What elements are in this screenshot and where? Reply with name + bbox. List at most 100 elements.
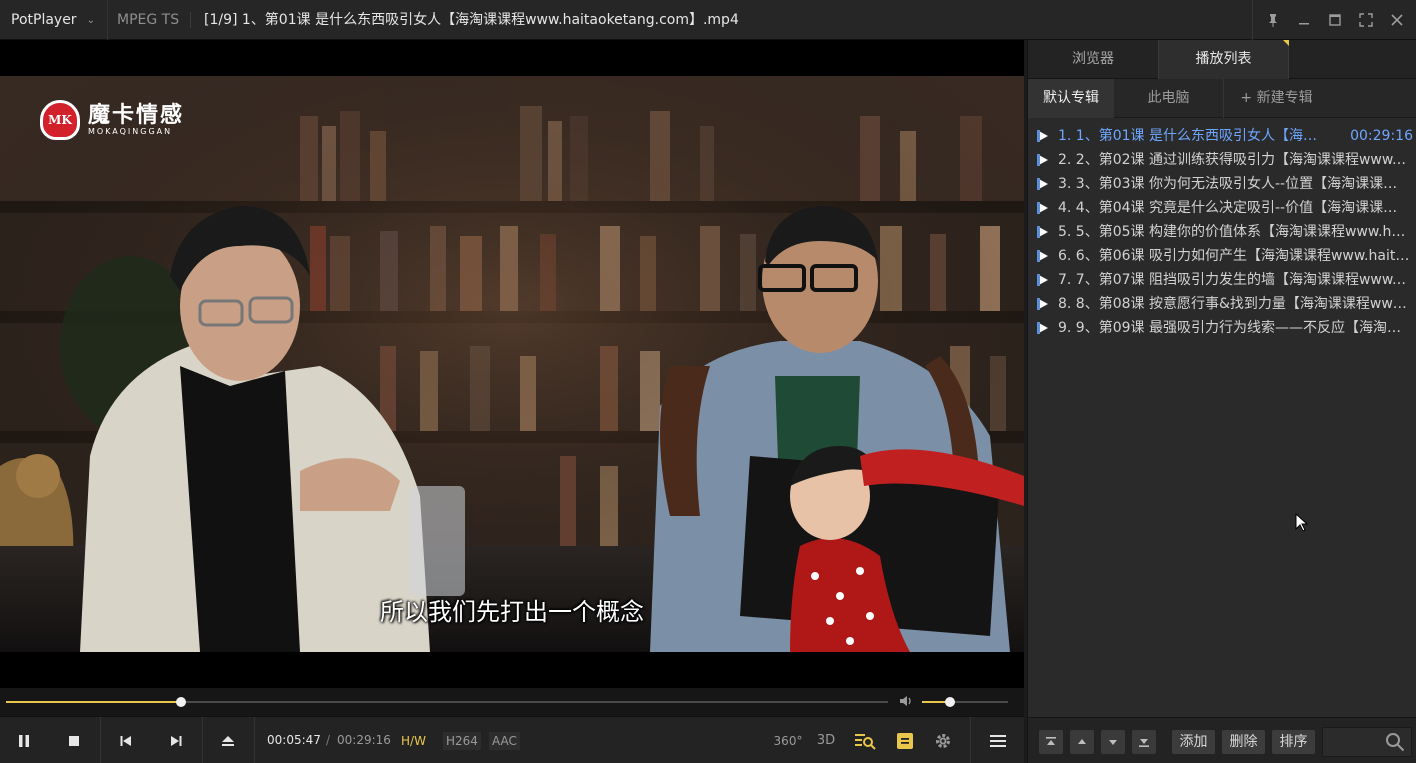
logo-badge: MK <box>40 100 80 140</box>
playlist-item-title: 3. 3、第03课 你为何无法吸引女人--位置【海淘课课程www.haitaok… <box>1058 176 1410 192</box>
logo-name-en: MOKAQINGGAN <box>88 127 173 136</box>
seek-progress <box>6 701 182 703</box>
app-menu-button[interactable]: PotPlayer ⌄ <box>0 0 108 40</box>
stop-icon <box>69 735 79 746</box>
chevron-down-icon: ⌄ <box>86 14 95 26</box>
playlist-item-title: 7. 7、第07课 阻挡吸引力发生的墙【海淘课课程www.haitaoketan… <box>1058 272 1410 288</box>
divider <box>970 717 971 763</box>
stop-button[interactable] <box>54 717 94 763</box>
play-file-icon <box>1037 322 1048 334</box>
volume-icon[interactable] <box>898 693 914 713</box>
playlist-item[interactable]: 4. 4、第04课 究竟是什么决定吸引--价值【海淘课课程www.haitaok… <box>1028 196 1416 220</box>
album-tab-default[interactable]: 默认专辑 <box>1028 79 1114 118</box>
move-up-icon[interactable] <box>1070 730 1094 754</box>
channel-logo: MK 魔卡情感 MOKAQINGGAN <box>40 100 184 140</box>
divider <box>202 717 203 763</box>
maximize-icon[interactable] <box>1320 0 1350 40</box>
fullscreen-icon[interactable] <box>1351 0 1381 40</box>
video-codec-label[interactable]: H264 <box>443 732 481 750</box>
playlist-item[interactable]: 9. 9、第09课 最强吸引力行为线索——不反应【海淘课课程www.haitao… <box>1028 316 1416 340</box>
control-bar: 00:05:47 / 00:29:16 H/W H264 AAC 360° 3D <box>0 716 1024 763</box>
playlist-item[interactable]: 2. 2、第02课 通过训练获得吸引力【海淘课课程www.haitaoketan… <box>1028 148 1416 172</box>
seek-bar-area <box>0 688 1024 716</box>
pause-icon <box>19 734 29 747</box>
playlist-item[interactable]: 8. 8、第08课 按意愿行事&找到力量【海淘课课程www.haitaoketa… <box>1028 292 1416 316</box>
next-button[interactable] <box>156 717 196 763</box>
playlist-item-title: 9. 9、第09课 最强吸引力行为线索——不反应【海淘课课程www.haitao… <box>1058 320 1410 336</box>
subtitle-button[interactable] <box>885 717 925 763</box>
volume-slider[interactable] <box>922 697 1008 707</box>
seek-handle[interactable] <box>176 697 187 707</box>
playlist-item[interactable]: 6. 6、第06课 吸引力如何产生【海淘课课程www.haitaoketang.… <box>1028 244 1416 268</box>
move-down-icon[interactable] <box>1101 730 1125 754</box>
playlist-search-button[interactable] <box>845 717 885 763</box>
eject-button[interactable] <box>208 717 248 763</box>
app-name: PotPlayer <box>11 12 77 28</box>
eject-icon <box>222 735 234 746</box>
divider <box>100 717 101 763</box>
3d-icon: 3D <box>816 733 836 748</box>
3d-button[interactable]: 3D <box>806 717 846 763</box>
total-time[interactable]: 00:29:16 <box>337 717 391 763</box>
hamburger-icon <box>990 734 1006 747</box>
playlist-item-title: 5. 5、第05课 构建你的价值体系【海淘课课程www.haitaoketang… <box>1058 224 1410 240</box>
tab-corner-marker <box>1283 40 1289 46</box>
settings-button[interactable] <box>923 717 963 763</box>
360-icon: 360° <box>773 733 803 748</box>
menu-button[interactable] <box>978 717 1018 763</box>
play-file-icon <box>1037 154 1048 166</box>
close-icon[interactable] <box>1382 0 1412 40</box>
subtitle-icon <box>897 732 913 749</box>
album-tabs: 默认专辑 此电脑 + 新建专辑 <box>1028 79 1416 118</box>
new-album-button[interactable]: + 新建专辑 <box>1224 79 1329 118</box>
album-tab-this-pc[interactable]: 此电脑 <box>1114 79 1224 118</box>
divider <box>190 12 191 28</box>
play-file-icon <box>1037 274 1048 286</box>
format-label: MPEG TS <box>117 12 180 28</box>
video-area[interactable]: MK 魔卡情感 MOKAQINGGAN 所以我们先打出一个概念 <box>0 40 1024 688</box>
audio-codec-label[interactable]: AAC <box>489 732 520 750</box>
seek-bar[interactable] <box>6 697 888 707</box>
move-top-icon[interactable] <box>1039 730 1063 754</box>
playlist-item[interactable]: 1. 1、第01课 是什么东西吸引女人【海淘课课程www.haitaoketan… <box>1028 124 1416 148</box>
playlist-item-duration: 00:29:16 <box>1350 128 1413 144</box>
hw-decoder-label[interactable]: H/W <box>398 732 429 750</box>
gear-icon <box>936 733 950 748</box>
vr-360-button[interactable]: 360° <box>768 717 808 763</box>
previous-button[interactable] <box>106 717 146 763</box>
play-file-icon <box>1037 202 1048 214</box>
subtitle-text: 所以我们先打出一个概念 <box>380 598 644 626</box>
move-bottom-icon[interactable] <box>1132 730 1156 754</box>
skip-back-icon <box>120 735 131 746</box>
video-frame[interactable]: MK 魔卡情感 MOKAQINGGAN 所以我们先打出一个概念 <box>0 76 1024 652</box>
playlist-item-title: 1. 1、第01课 是什么东西吸引女人【海淘课课程www.haitaoketan… <box>1058 128 1318 144</box>
playlist-item-title: 6. 6、第06课 吸引力如何产生【海淘课课程www.haitaoketang.… <box>1058 248 1410 264</box>
sort-button[interactable]: 排序 <box>1272 730 1315 754</box>
play-file-icon <box>1037 250 1048 262</box>
playlist-search-input[interactable] <box>1322 727 1412 757</box>
divider <box>1252 0 1253 40</box>
title-bar: PotPlayer ⌄ MPEG TS [1/9] 1、第01课 是什么东西吸引… <box>0 0 1416 40</box>
tab-browser[interactable]: 浏览器 <box>1028 40 1158 79</box>
side-panel: 浏览器 播放列表 默认专辑 此电脑 + 新建专辑 1. 1、第01课 是什么东西… <box>1027 40 1416 763</box>
minimize-icon[interactable] <box>1289 0 1319 40</box>
play-file-icon <box>1037 130 1048 142</box>
playlist: 1. 1、第01课 是什么东西吸引女人【海淘课课程www.haitaoketan… <box>1028 124 1416 340</box>
file-title: [1/9] 1、第01课 是什么东西吸引女人【海淘课课程www.haitaoke… <box>204 12 739 28</box>
playlist-item[interactable]: 3. 3、第03课 你为何无法吸引女人--位置【海淘课课程www.haitaok… <box>1028 172 1416 196</box>
logo-name-cn: 魔卡情感 <box>88 102 185 128</box>
playlist-item[interactable]: 7. 7、第07课 阻挡吸引力发生的墙【海淘课课程www.haitaoketan… <box>1028 268 1416 292</box>
playlist-toolbar: 添加 删除 排序 <box>1028 717 1416 763</box>
play-file-icon <box>1037 226 1048 238</box>
volume-handle[interactable] <box>945 697 956 707</box>
delete-button[interactable]: 删除 <box>1222 730 1265 754</box>
playlist-item[interactable]: 5. 5、第05课 构建你的价值体系【海淘课课程www.haitaoketang… <box>1028 220 1416 244</box>
tab-playlist[interactable]: 播放列表 <box>1158 40 1289 79</box>
skip-forward-icon <box>171 735 182 746</box>
current-time: 00:05:47 <box>267 733 321 747</box>
playlist-item-title: 8. 8、第08课 按意愿行事&找到力量【海淘课课程www.haitaoketa… <box>1058 296 1410 312</box>
add-button[interactable]: 添加 <box>1172 730 1215 754</box>
time-separator: / <box>326 733 331 747</box>
pin-icon[interactable] <box>1258 0 1288 40</box>
pause-button[interactable] <box>4 717 44 763</box>
